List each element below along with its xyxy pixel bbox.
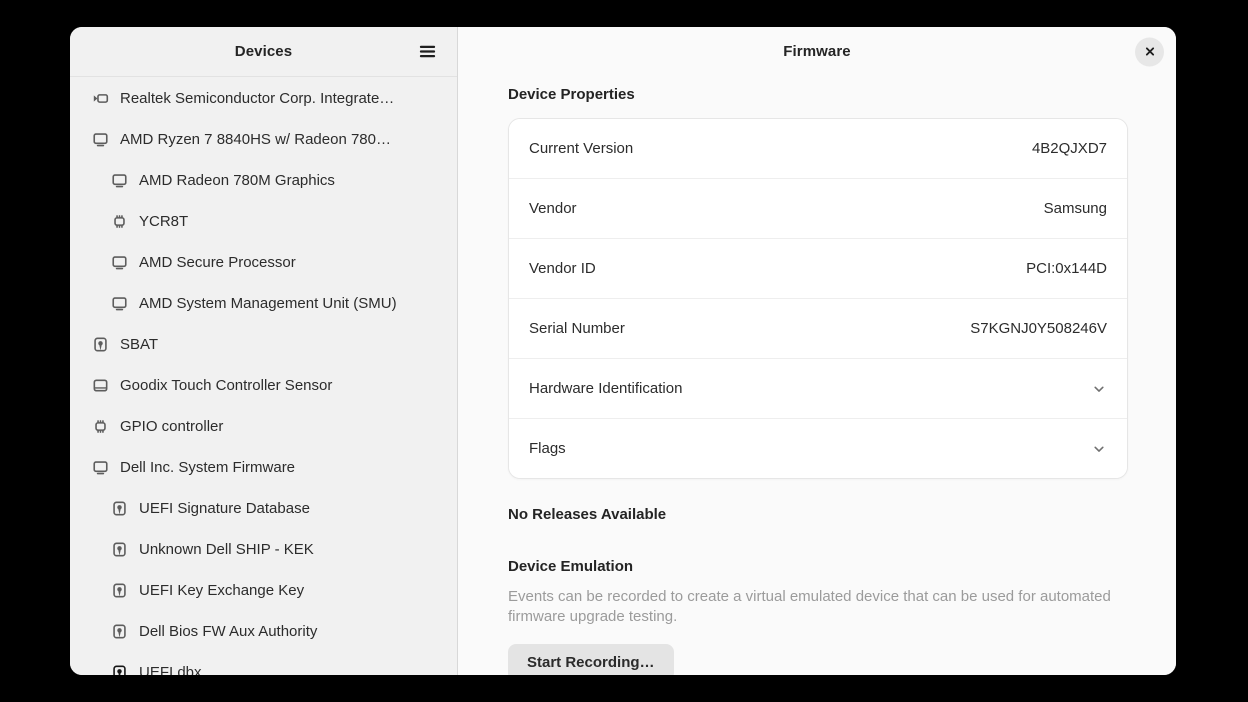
device-label: Realtek Semiconductor Corp. Integrate… [120, 90, 404, 107]
devices-sidebar: Devices Realtek Semiconductor Corp. Inte… [70, 27, 458, 675]
property-row: Current Version 4B2QJXD7 [509, 119, 1127, 179]
sidebar-title: Devices [235, 43, 292, 60]
sidebar-headerbar: Devices [70, 27, 457, 77]
sidebar-item-device[interactable]: YCR8T [70, 201, 457, 242]
close-button[interactable] [1135, 37, 1164, 66]
sidebar-item-device[interactable]: SBAT [70, 324, 457, 365]
chip-icon [92, 418, 109, 435]
sidebar-item-device[interactable]: Dell Inc. System Firmware [70, 447, 457, 488]
device-label: Dell Inc. System Firmware [120, 459, 305, 476]
chip-icon [111, 213, 128, 230]
page-title: Firmware [783, 43, 851, 60]
device-label: GPIO controller [120, 418, 233, 435]
sidebar-item-device[interactable]: AMD Secure Processor [70, 242, 457, 283]
certificate-icon [92, 336, 109, 353]
sidebar-item-device[interactable]: Goodix Touch Controller Sensor [70, 365, 457, 406]
device-label: AMD Radeon 780M Graphics [139, 172, 345, 189]
sidebar-item-device[interactable]: Realtek Semiconductor Corp. Integrate… [70, 78, 457, 119]
device-label: Goodix Touch Controller Sensor [120, 377, 342, 394]
property-row: Vendor Samsung [509, 179, 1127, 239]
touchpad-icon [92, 377, 109, 394]
computer-icon [92, 131, 109, 148]
property-row: Serial Number S7KGNJ0Y508246V [509, 299, 1127, 359]
property-label: Vendor [529, 200, 577, 217]
certificate-icon [111, 582, 128, 599]
device-properties-heading: Device Properties [508, 86, 1128, 103]
sidebar-item-device[interactable]: AMD Ryzen 7 8840HS w/ Radeon 780… [70, 119, 457, 160]
sidebar-item-device[interactable]: AMD Radeon 780M Graphics [70, 160, 457, 201]
device-emulation-description: Events can be recorded to create a virtu… [508, 587, 1128, 628]
device-label: AMD System Management Unit (SMU) [139, 295, 407, 312]
device-label: YCR8T [139, 213, 198, 230]
main-headerbar: Firmware [458, 27, 1176, 76]
property-value: PCI:0x144D [1026, 260, 1107, 277]
device-label: AMD Secure Processor [139, 254, 306, 271]
property-row: Vendor ID PCI:0x144D [509, 239, 1127, 299]
computer-icon [111, 172, 128, 189]
device-label: Unknown Dell SHIP - KEK [139, 541, 324, 558]
certificate-icon [111, 623, 128, 640]
certificate-icon [111, 500, 128, 517]
device-emulation-heading: Device Emulation [508, 558, 1128, 575]
start-recording-button[interactable]: Start Recording… [508, 644, 674, 676]
sidebar-item-device[interactable]: Dell Bios FW Aux Authority [70, 611, 457, 652]
property-label: Serial Number [529, 320, 625, 337]
computer-icon [111, 254, 128, 271]
sidebar-item-device[interactable]: UEFI dbx [70, 652, 457, 675]
device-list: Realtek Semiconductor Corp. Integrate… AM… [70, 77, 457, 675]
chevron-down-icon [1091, 441, 1107, 457]
device-label: UEFI Key Exchange Key [139, 582, 314, 599]
device-label: SBAT [120, 336, 168, 353]
webcam-icon [92, 90, 109, 107]
hamburger-menu-icon [418, 42, 437, 61]
main-content: Device Properties Current Version 4B2QJXD… [458, 76, 1176, 675]
property-row[interactable]: Hardware Identification [509, 359, 1127, 419]
sidebar-item-device[interactable]: Unknown Dell SHIP - KEK [70, 529, 457, 570]
device-label: AMD Ryzen 7 8840HS w/ Radeon 780… [120, 131, 401, 148]
computer-icon [92, 459, 109, 476]
firmware-app-window: Devices Realtek Semiconductor Corp. Inte… [70, 27, 1176, 675]
sidebar-item-device[interactable]: AMD System Management Unit (SMU) [70, 283, 457, 324]
computer-icon [111, 295, 128, 312]
property-value: 4B2QJXD7 [1032, 140, 1107, 157]
certificate-icon [111, 541, 128, 558]
chevron-down-icon [1091, 381, 1107, 397]
sidebar-item-device[interactable]: UEFI Signature Database [70, 488, 457, 529]
device-label: Dell Bios FW Aux Authority [139, 623, 327, 640]
sidebar-item-device[interactable]: GPIO controller [70, 406, 457, 447]
property-label: Flags [529, 440, 566, 457]
device-label: UEFI dbx [139, 664, 212, 675]
property-value: Samsung [1044, 200, 1107, 217]
certificate-icon [111, 664, 128, 675]
property-row[interactable]: Flags [509, 419, 1127, 478]
no-releases-heading: No Releases Available [508, 506, 1128, 523]
device-label: UEFI Signature Database [139, 500, 320, 517]
property-label: Hardware Identification [529, 380, 682, 397]
property-value: S7KGNJ0Y508246V [970, 320, 1107, 337]
sidebar-item-device[interactable]: UEFI Key Exchange Key [70, 570, 457, 611]
property-label: Current Version [529, 140, 633, 157]
device-properties-card: Current Version4B2QJXD7VendorSamsungVend… [508, 118, 1128, 479]
close-icon [1143, 45, 1157, 59]
firmware-pane: Firmware Device Properties Current Versi… [458, 27, 1176, 675]
property-label: Vendor ID [529, 260, 596, 277]
main-menu-button[interactable] [410, 35, 444, 69]
